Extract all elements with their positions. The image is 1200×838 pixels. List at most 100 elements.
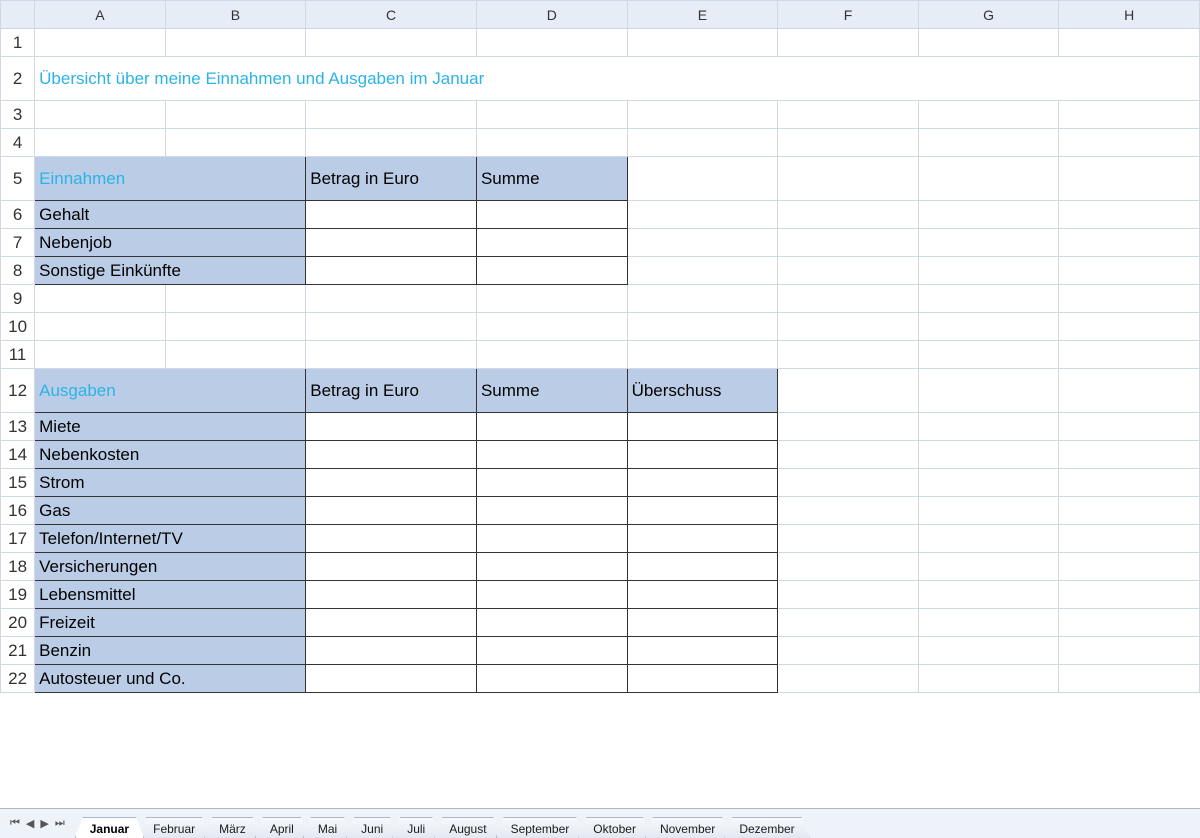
row-header[interactable]: 4 [1, 129, 35, 157]
sheet-tab-november[interactable]: November [645, 817, 730, 838]
sheet-title[interactable]: Übersicht über meine Einnahmen und Ausga… [35, 57, 1200, 101]
cell[interactable] [306, 469, 477, 497]
row-header[interactable]: 11 [1, 341, 35, 369]
sheet-tab-april[interactable]: April [255, 817, 309, 838]
cell[interactable] [627, 553, 778, 581]
ausgaben-label[interactable]: Gas [35, 497, 306, 525]
nav-first-icon[interactable]: ⏮ [8, 817, 22, 830]
col-header[interactable]: H [1059, 1, 1200, 29]
ausgaben-label[interactable]: Lebensmittel [35, 581, 306, 609]
col-header[interactable]: D [476, 1, 627, 29]
ausgaben-heading[interactable]: Ausgaben [35, 369, 306, 413]
sheet-tab-juni[interactable]: Juni [346, 817, 398, 838]
cell[interactable] [306, 665, 477, 693]
einnahmen-col-summe[interactable]: Summe [476, 157, 627, 201]
sheet-tab-februar[interactable]: Februar [138, 817, 210, 838]
cell[interactable] [306, 553, 477, 581]
cell[interactable] [476, 637, 627, 665]
cell[interactable] [627, 413, 778, 441]
cell[interactable] [476, 229, 627, 257]
row-header[interactable]: 8 [1, 257, 35, 285]
col-header[interactable]: G [918, 1, 1059, 29]
ausgaben-label[interactable]: Benzin [35, 637, 306, 665]
einnahmen-heading[interactable]: Einnahmen [35, 157, 306, 201]
cell[interactable] [476, 469, 627, 497]
cell[interactable] [627, 665, 778, 693]
column-headers[interactable]: A B C D E F G H [1, 1, 1200, 29]
cell[interactable] [476, 553, 627, 581]
sheet-tab-oktober[interactable]: Oktober [578, 817, 651, 838]
cell[interactable] [476, 441, 627, 469]
row-header[interactable]: 10 [1, 313, 35, 341]
cell[interactable] [306, 581, 477, 609]
cell[interactable] [306, 609, 477, 637]
sheet-tab-august[interactable]: August [434, 817, 501, 838]
ausgaben-col-summe[interactable]: Summe [476, 369, 627, 413]
sheet-tab-september[interactable]: September [496, 817, 585, 838]
cell[interactable] [306, 201, 477, 229]
cell[interactable] [306, 441, 477, 469]
row-header[interactable]: 7 [1, 229, 35, 257]
ausgaben-label[interactable]: Nebenkosten [35, 441, 306, 469]
row-header[interactable]: 14 [1, 441, 35, 469]
select-all-corner[interactable] [1, 1, 35, 29]
row-header[interactable]: 6 [1, 201, 35, 229]
sheet-tab-dezember[interactable]: Dezember [724, 817, 809, 838]
cell[interactable] [476, 201, 627, 229]
cell[interactable] [627, 497, 778, 525]
row-header[interactable]: 19 [1, 581, 35, 609]
ausgaben-col-betrag[interactable]: Betrag in Euro [306, 369, 477, 413]
cell[interactable] [476, 609, 627, 637]
row-header[interactable]: 15 [1, 469, 35, 497]
row-header[interactable]: 18 [1, 553, 35, 581]
einnahmen-label[interactable]: Gehalt [35, 201, 306, 229]
nav-next-icon[interactable]: ▶ [38, 817, 50, 830]
cell[interactable] [627, 609, 778, 637]
cell[interactable] [627, 469, 778, 497]
sheet-tab-juli[interactable]: Juli [392, 817, 440, 838]
row-header[interactable]: 20 [1, 609, 35, 637]
cell[interactable] [306, 413, 477, 441]
einnahmen-col-betrag[interactable]: Betrag in Euro [306, 157, 477, 201]
row-header[interactable]: 3 [1, 101, 35, 129]
row-header[interactable]: 22 [1, 665, 35, 693]
cell[interactable] [627, 441, 778, 469]
cell[interactable] [627, 581, 778, 609]
einnahmen-label[interactable]: Nebenjob [35, 229, 306, 257]
col-header[interactable]: E [627, 1, 778, 29]
ausgaben-label[interactable]: Versicherungen [35, 553, 306, 581]
col-header[interactable]: F [778, 1, 919, 29]
cell[interactable] [476, 257, 627, 285]
row-header[interactable]: 21 [1, 637, 35, 665]
row-header[interactable]: 17 [1, 525, 35, 553]
ausgaben-label[interactable]: Autosteuer und Co. [35, 665, 306, 693]
cell[interactable] [627, 637, 778, 665]
ausgaben-label[interactable]: Telefon/Internet/TV [35, 525, 306, 553]
row-header[interactable]: 9 [1, 285, 35, 313]
cell[interactable] [306, 257, 477, 285]
cell[interactable] [476, 497, 627, 525]
nav-prev-icon[interactable]: ◀ [24, 817, 36, 830]
row-header[interactable]: 16 [1, 497, 35, 525]
cell[interactable] [476, 665, 627, 693]
cell[interactable] [627, 525, 778, 553]
ausgaben-label[interactable]: Miete [35, 413, 306, 441]
cell[interactable] [306, 637, 477, 665]
nav-last-icon[interactable]: ⏭ [53, 817, 67, 830]
sheet-tab-januar[interactable]: Januar [75, 817, 144, 838]
sheet-tab-mai[interactable]: Mai [303, 817, 352, 838]
cell[interactable] [306, 525, 477, 553]
col-header[interactable]: B [165, 1, 306, 29]
ausgaben-label[interactable]: Freizeit [35, 609, 306, 637]
cell[interactable] [476, 525, 627, 553]
row-header[interactable]: 1 [1, 29, 35, 57]
cell[interactable] [306, 497, 477, 525]
cell[interactable] [306, 229, 477, 257]
ausgaben-col-ueberschuss[interactable]: Überschuss [627, 369, 778, 413]
cell[interactable] [476, 581, 627, 609]
col-header[interactable]: C [306, 1, 477, 29]
col-header[interactable]: A [35, 1, 166, 29]
worksheet-grid[interactable]: A B C D E F G H 1 2 Übersicht über meine… [0, 0, 1200, 693]
sheet-tab-märz[interactable]: März [204, 817, 261, 838]
einnahmen-label[interactable]: Sonstige Einkünfte [35, 257, 306, 285]
